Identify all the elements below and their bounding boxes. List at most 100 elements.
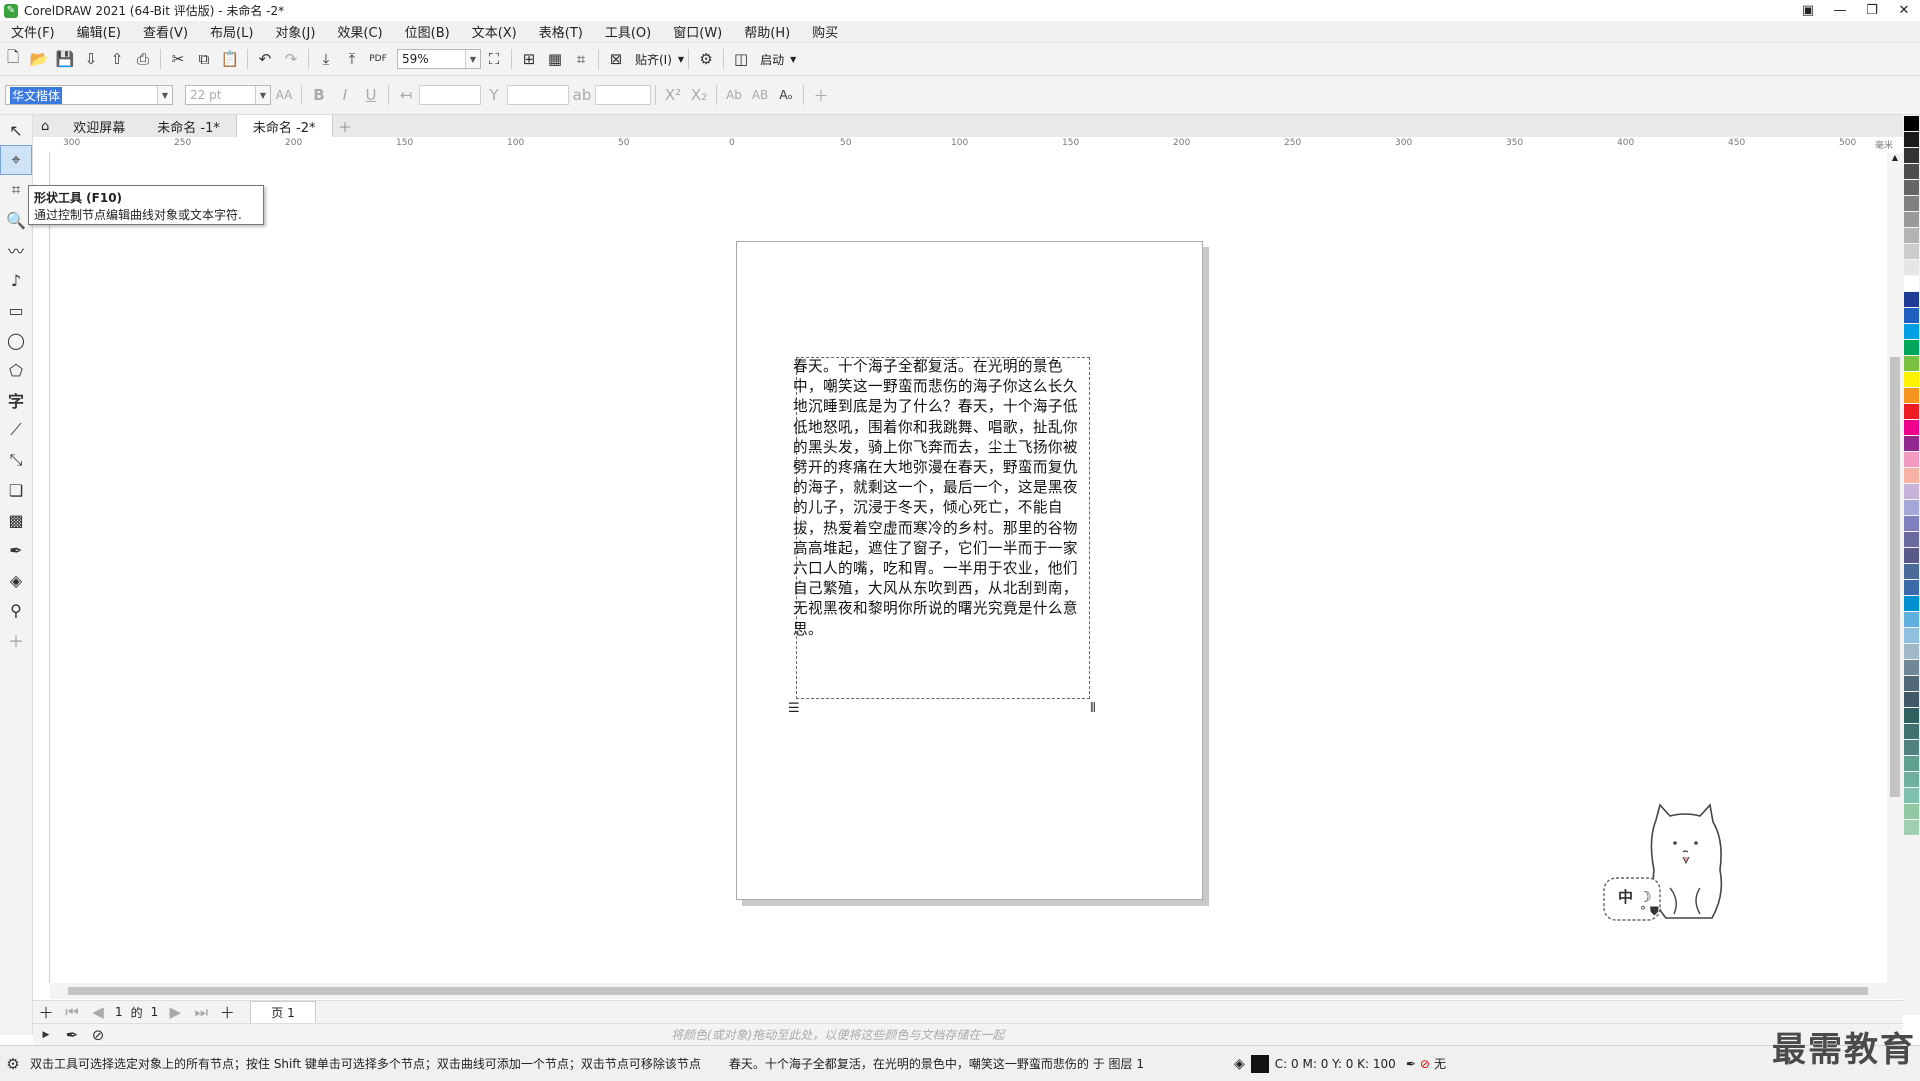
vertical-shift-input[interactable] xyxy=(507,85,569,105)
freehand-tool-icon[interactable]: 〰 xyxy=(0,235,32,265)
color-swatch[interactable] xyxy=(1904,532,1919,547)
scroll-up-icon[interactable]: ▲ xyxy=(1887,153,1903,167)
maximize-button[interactable]: ❐ xyxy=(1856,0,1888,21)
launch-icon[interactable]: ◫ xyxy=(728,47,754,71)
color-swatch[interactable] xyxy=(1904,516,1919,531)
previous-page-icon[interactable]: ◀ xyxy=(85,1000,111,1024)
menu-table[interactable]: 表格(T) xyxy=(528,22,594,41)
first-page-icon[interactable]: ⏮ xyxy=(59,1000,85,1024)
color-swatch[interactable] xyxy=(1904,468,1919,483)
add-tool-icon[interactable]: ＋ xyxy=(0,625,32,655)
character-vertical-shift-icon[interactable]: Y xyxy=(481,83,507,107)
color-swatch[interactable] xyxy=(1904,772,1919,787)
show-guidelines-icon[interactable]: ⌗ xyxy=(568,47,594,71)
pick-tool-icon[interactable]: ↖ xyxy=(0,115,32,145)
cut-icon[interactable]: ✂ xyxy=(165,47,191,71)
save-icon[interactable]: 💾 xyxy=(52,47,78,71)
font-size-step-icon[interactable]: AA xyxy=(271,83,297,107)
no-color-swatch-icon[interactable]: ⊘ xyxy=(85,1023,111,1047)
expand-arrow-icon[interactable]: ▶ xyxy=(33,1023,59,1047)
paragraph-text[interactable]: 春天。十个海子全都复活。在光明的景色中，嘲笑这一野蛮而悲伤的海子你这么长久地沉睡… xyxy=(793,357,1089,640)
tab-untitled-1[interactable]: 未命名 -1* xyxy=(141,115,236,137)
minimize-button[interactable]: — xyxy=(1824,0,1856,21)
paste-icon[interactable]: 📋 xyxy=(217,47,243,71)
menu-edit[interactable]: 编辑(E) xyxy=(66,22,132,41)
color-swatch[interactable] xyxy=(1904,244,1919,259)
outline-pen-icon[interactable]: ✒ xyxy=(1406,1057,1416,1071)
color-swatch[interactable] xyxy=(1904,708,1919,723)
color-swatch[interactable] xyxy=(1904,180,1919,195)
add-tab-icon[interactable]: ＋ xyxy=(333,115,358,137)
color-swatch[interactable] xyxy=(1904,196,1919,211)
horizontal-scrollbar[interactable] xyxy=(50,983,1903,999)
rotation-input[interactable] xyxy=(595,85,651,105)
uppercase-icon[interactable]: Ab xyxy=(721,83,747,107)
chevron-down-icon[interactable]: ▼ xyxy=(255,86,270,104)
vertical-scroll-thumb[interactable] xyxy=(1890,357,1900,797)
color-swatch[interactable] xyxy=(1904,628,1919,643)
pdf-icon[interactable]: PDF xyxy=(365,47,391,71)
font-size-combo[interactable]: 22 pt ▼ xyxy=(185,85,271,105)
outline-none-swatch-icon[interactable]: ⊘ xyxy=(1420,1057,1430,1071)
add-page-before-icon[interactable]: ＋ xyxy=(33,1000,59,1024)
color-swatch[interactable] xyxy=(1904,596,1919,611)
eyedropper-icon[interactable]: ✒ xyxy=(59,1023,85,1047)
ellipse-tool-icon[interactable]: ◯ xyxy=(0,325,32,355)
page-tab[interactable]: 页 1 xyxy=(250,1000,316,1024)
font-name-value[interactable]: 华文楷体 xyxy=(10,86,63,104)
color-swatch[interactable] xyxy=(1904,564,1919,579)
tab-untitled-2[interactable]: 未命名 -2* xyxy=(235,115,333,137)
color-swatch[interactable] xyxy=(1904,436,1919,451)
shape-tool-icon[interactable]: ⌖ xyxy=(0,145,32,175)
vertical-scrollbar[interactable]: ▲ xyxy=(1887,153,1903,983)
color-swatch[interactable] xyxy=(1904,740,1919,755)
show-grid-icon[interactable]: ▦ xyxy=(542,47,568,71)
gear-icon[interactable]: ⚙ xyxy=(693,47,719,71)
color-swatch[interactable] xyxy=(1904,580,1919,595)
color-swatch[interactable] xyxy=(1904,676,1919,691)
menu-text[interactable]: 文本(X) xyxy=(461,22,528,41)
connector-tool-icon[interactable]: ⤡ xyxy=(0,445,32,475)
home-icon[interactable]: ⌂ xyxy=(33,115,57,137)
underline-icon[interactable]: U xyxy=(358,83,384,107)
rectangle-tool-icon[interactable]: ▭ xyxy=(0,295,32,325)
redo-icon[interactable]: ↷ xyxy=(278,47,304,71)
color-swatch[interactable] xyxy=(1904,228,1919,243)
chevron-down-icon[interactable]: ▼ xyxy=(465,50,480,68)
transparency-tool-icon[interactable]: ▩ xyxy=(0,505,32,535)
color-swatch[interactable] xyxy=(1904,548,1919,563)
bold-icon[interactable]: B xyxy=(306,83,332,107)
last-page-icon[interactable]: ⏭ xyxy=(188,1000,214,1024)
character-kerning-icon[interactable]: ↤ xyxy=(393,83,419,107)
color-swatch[interactable] xyxy=(1904,420,1919,435)
cloud-upload-icon[interactable]: ⇧ xyxy=(104,47,130,71)
menu-layout[interactable]: 布局(L) xyxy=(199,22,264,41)
color-swatch[interactable] xyxy=(1904,340,1919,355)
color-swatch[interactable] xyxy=(1904,164,1919,179)
color-swatch[interactable] xyxy=(1904,404,1919,419)
snap-to-dropdown[interactable]: 贴齐(I) xyxy=(629,51,678,68)
add-page-after-icon[interactable]: ＋ xyxy=(214,1000,240,1024)
menu-object[interactable]: 对象(J) xyxy=(264,22,326,41)
chevron-down-icon[interactable]: ▼ xyxy=(157,86,172,104)
color-swatch[interactable] xyxy=(1904,756,1919,771)
color-swatch[interactable] xyxy=(1904,612,1919,627)
text-frame-handle-left[interactable]: ☰ xyxy=(788,701,800,716)
smallcaps-icon[interactable]: AB xyxy=(747,83,773,107)
artistic-media-tool-icon[interactable]: ♪ xyxy=(0,265,32,295)
smart-fill-tool-icon[interactable]: ⚲ xyxy=(0,595,32,625)
color-swatch[interactable] xyxy=(1904,644,1919,659)
menu-buy[interactable]: 购买 xyxy=(801,22,849,41)
export-icon[interactable]: ⤒ xyxy=(339,47,365,71)
color-swatch[interactable] xyxy=(1904,116,1919,131)
snap-off-icon[interactable]: ⊠ xyxy=(603,47,629,71)
color-swatch[interactable] xyxy=(1904,308,1919,323)
print-icon[interactable]: ⎙ xyxy=(130,47,156,71)
color-swatch[interactable] xyxy=(1904,324,1919,339)
color-swatch[interactable] xyxy=(1904,212,1919,227)
color-swatch[interactable] xyxy=(1904,484,1919,499)
font-list-combo[interactable]: 华文楷体 ▼ xyxy=(5,85,173,105)
character-formatting-icon[interactable]: Aₒ xyxy=(773,83,799,107)
italic-icon[interactable]: I xyxy=(332,83,358,107)
gear-icon[interactable]: ⚙ xyxy=(0,1052,26,1076)
